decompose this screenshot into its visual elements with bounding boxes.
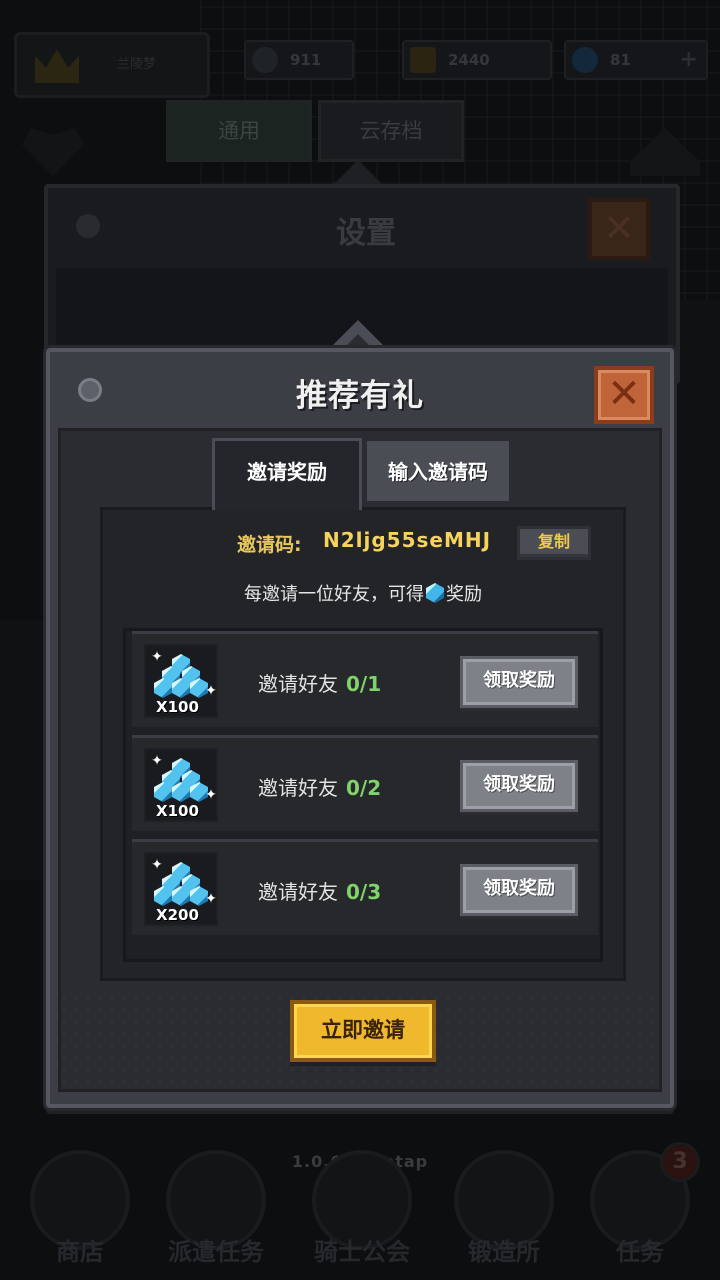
referral-modal: 推荐有礼 ✕ 邀请奖励 输入邀请码 邀请码: N2ljg55seMHJ 复制 每… xyxy=(46,348,674,1108)
sparkle-icon: ✦ xyxy=(151,649,163,665)
reward-text: 邀请好友 xyxy=(258,880,338,904)
close-button[interactable]: ✕ xyxy=(594,366,654,424)
tab-enter-invite-code[interactable]: 输入邀请码 xyxy=(364,438,512,504)
reward-row: ✦ ✦ X100 邀请好友 0/1 领取奖励 xyxy=(132,631,598,727)
modal-title: 推荐有礼 xyxy=(296,378,424,414)
reward-requirement: 邀请好友 0/2 xyxy=(258,772,381,801)
player-avatar-panel[interactable]: 兰陵梦 xyxy=(14,32,210,98)
right-side-panel xyxy=(674,300,720,1080)
description-prefix: 每邀请一位好友，可得 xyxy=(244,584,424,605)
nav-forge[interactable]: 锻造所 xyxy=(434,1140,574,1280)
gold-value: 2440 xyxy=(448,51,490,69)
reward-text: 邀请好友 xyxy=(258,776,338,800)
gem-stat: 81 + xyxy=(564,40,708,80)
sparkle-icon: ✦ xyxy=(151,753,163,769)
invite-code-label: 邀请码: xyxy=(237,534,302,556)
reward-item-slot: ✦ ✦ X100 xyxy=(144,644,218,718)
settings-close-button[interactable]: ✕ xyxy=(588,198,650,260)
attack-stat: 911 xyxy=(244,40,354,80)
nav-dispatch[interactable]: 派遣任务 xyxy=(146,1140,286,1280)
reward-list: ✦ ✦ X100 邀请好友 0/1 领取奖励 ✦ ✦ X100 邀请好友 0/2… xyxy=(123,628,603,962)
invite-rewards-content: 邀请码: N2ljg55seMHJ 复制 每邀请一位好友，可得 奖励 ✦ ✦ X… xyxy=(100,507,626,981)
reward-text: 邀请好友 xyxy=(258,672,338,696)
sparkle-icon: ✦ xyxy=(205,891,217,907)
bottom-nav: 商店 派遣任务 骑士公会 锻造所 任务 3 xyxy=(0,1140,720,1280)
add-gems-button[interactable]: + xyxy=(680,42,698,78)
reward-quantity: X100 xyxy=(156,802,199,820)
diamond-icon xyxy=(426,583,444,603)
left-side-panel xyxy=(0,620,46,880)
nav-guild-label: 骑士公会 xyxy=(314,1238,410,1266)
reward-progress: 0/2 xyxy=(346,776,382,800)
player-name: 兰陵梦 xyxy=(117,57,157,72)
nav-shop-label: 商店 xyxy=(56,1238,104,1266)
nav-guild[interactable]: 骑士公会 xyxy=(292,1140,432,1280)
reward-requirement: 邀请好友 0/3 xyxy=(258,876,381,905)
invite-now-button[interactable]: 立即邀请 xyxy=(290,1000,436,1062)
reward-description: 每邀请一位好友，可得 奖励 xyxy=(103,580,623,606)
description-suffix: 奖励 xyxy=(446,584,482,605)
nav-tasks-label: 任务 xyxy=(616,1238,664,1266)
tab-invite-rewards[interactable]: 邀请奖励 xyxy=(212,438,362,510)
heart-icon[interactable] xyxy=(22,128,84,176)
claim-reward-button[interactable]: 领取奖励 xyxy=(460,864,578,916)
sparkle-icon: ✦ xyxy=(205,683,217,699)
top-hud: 兰陵梦 911 2440 81 + xyxy=(14,32,708,98)
gem-value: 81 xyxy=(610,51,631,69)
nav-shop[interactable]: 商店 xyxy=(10,1140,150,1280)
reward-requirement: 邀请好友 0/1 xyxy=(258,668,381,697)
reward-item-slot: ✦ ✦ X100 xyxy=(144,748,218,822)
settings-tab-general[interactable]: 通用 xyxy=(166,100,312,162)
coin-icon xyxy=(410,47,436,73)
invite-code-value: N2ljg55seMHJ xyxy=(323,528,492,552)
nav-forge-label: 锻造所 xyxy=(468,1238,540,1266)
nav-dispatch-label: 派遣任务 xyxy=(168,1238,264,1266)
tasks-badge: 3 xyxy=(660,1142,700,1182)
reward-row: ✦ ✦ X200 邀请好友 0/3 领取奖励 xyxy=(132,839,598,935)
reward-quantity: X100 xyxy=(156,698,199,716)
diamond-pile-icon: ✦ ✦ xyxy=(151,650,217,700)
reward-row: ✦ ✦ X100 邀请好友 0/2 领取奖励 xyxy=(132,735,598,831)
reward-progress: 0/3 xyxy=(346,880,382,904)
invite-code-row: 邀请码: N2ljg55seMHJ 复制 xyxy=(103,526,623,560)
reward-item-slot: ✦ ✦ X200 xyxy=(144,852,218,926)
diamond-pile-icon: ✦ ✦ xyxy=(151,858,217,908)
copy-button[interactable]: 复制 xyxy=(517,526,591,560)
claim-reward-button[interactable]: 领取奖励 xyxy=(460,760,578,812)
sword-icon xyxy=(252,47,278,73)
sparkle-icon: ✦ xyxy=(151,857,163,873)
reward-progress: 0/1 xyxy=(346,672,382,696)
diamond-icon xyxy=(572,47,598,73)
gold-stat: 2440 xyxy=(402,40,552,80)
diamond-pile-icon: ✦ ✦ xyxy=(151,754,217,804)
reward-quantity: X200 xyxy=(156,906,199,924)
sparkle-icon: ✦ xyxy=(205,787,217,803)
nav-tasks[interactable]: 任务 3 xyxy=(570,1140,710,1280)
attack-value: 911 xyxy=(290,51,322,69)
settings-tab-cloud-save[interactable]: 云存档 xyxy=(318,100,464,162)
claim-reward-button[interactable]: 领取奖励 xyxy=(460,656,578,708)
crown-icon xyxy=(35,49,79,83)
